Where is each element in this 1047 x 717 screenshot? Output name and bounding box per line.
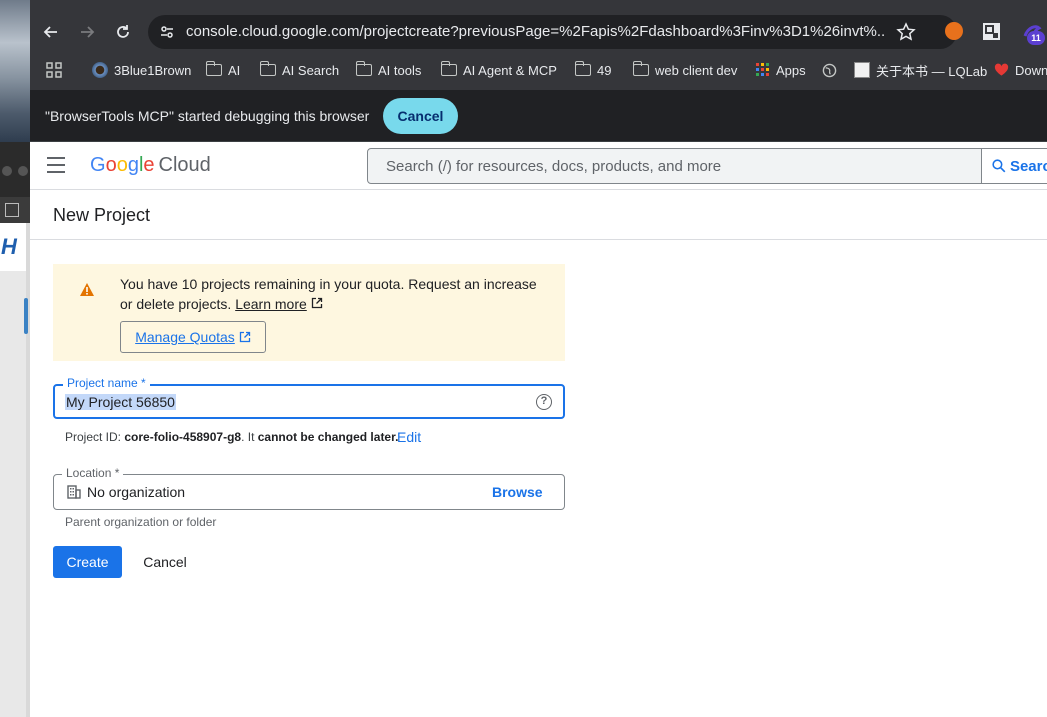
heart-icon xyxy=(994,63,1009,76)
page-title: New Project xyxy=(53,205,151,225)
site-info-icon[interactable] xyxy=(158,23,176,41)
bookmark-49[interactable]: 49 xyxy=(574,60,612,80)
folder-icon xyxy=(205,61,222,76)
folder-icon xyxy=(259,61,276,76)
external-link-icon xyxy=(239,331,250,343)
background-blue-tab xyxy=(24,298,28,334)
folder-icon xyxy=(355,61,372,76)
location-hint: Parent organization or folder xyxy=(65,515,217,529)
bookmark-ai[interactable]: AI xyxy=(205,60,241,80)
browse-button[interactable]: Browse xyxy=(492,484,543,500)
cancel-button[interactable]: Cancel xyxy=(134,546,196,578)
google-cloud-header: Google Cloud Search (/) for resources, do… xyxy=(30,142,1047,190)
create-button[interactable]: Create xyxy=(53,546,122,578)
browser-toolbar: console.cloud.google.com/projectcreate?p… xyxy=(30,0,1047,90)
bookmark-globe[interactable] xyxy=(822,60,837,80)
search-icon xyxy=(992,159,1006,173)
external-link-icon xyxy=(311,297,322,309)
bookmark-lqlab[interactable]: 关于本书 — LQLab xyxy=(854,60,987,80)
edit-project-id-link[interactable]: Edit xyxy=(397,429,421,445)
location-field[interactable]: Location * No organization Browse xyxy=(53,466,565,510)
bookmark-label: AI Search xyxy=(282,62,340,78)
bookmark-label: AI Agent & MCP xyxy=(463,62,557,78)
bookmark-star-icon[interactable] xyxy=(896,22,916,42)
background-wallpaper xyxy=(0,0,30,142)
globe-icon xyxy=(822,63,837,77)
bookmark-3blue1brown[interactable]: 3Blue1Brown xyxy=(92,60,191,80)
project-id-hint: Project ID: core-folio-458907-g8. It can… xyxy=(65,430,399,444)
bookmark-ai-tools[interactable]: AI tools xyxy=(355,60,422,80)
apps-launcher[interactable] xyxy=(46,60,62,80)
background-window-body xyxy=(0,271,26,717)
page-title-bar: New Project xyxy=(30,190,1047,240)
manage-quotas-button[interactable]: Manage Quotas xyxy=(120,321,266,353)
apps-grid-icon xyxy=(756,63,769,76)
reload-icon xyxy=(117,25,129,38)
bookmark-ai-agent-mcp[interactable]: AI Agent & MCP xyxy=(440,60,557,80)
arrow-left-icon xyxy=(43,26,57,38)
infobar-cancel-button[interactable]: Cancel xyxy=(383,98,458,134)
bookmark-label: Apps xyxy=(776,62,806,78)
quota-text: You have 10 projects remaining in your q… xyxy=(120,276,537,312)
learn-more-link[interactable]: Learn more xyxy=(235,296,307,312)
hamburger-menu-icon[interactable] xyxy=(47,157,67,175)
forward-button[interactable] xyxy=(74,19,100,45)
project-name-label: Project name * xyxy=(63,376,150,390)
bookmark-ai-search[interactable]: AI Search xyxy=(259,60,340,80)
grid-icon xyxy=(46,62,62,78)
bookmark-apps[interactable]: Apps xyxy=(756,60,806,80)
search-button[interactable]: Search xyxy=(981,148,1047,184)
bookmark-label: AI tools xyxy=(378,62,422,78)
bookmarks-bar: 3Blue1Brown AI AI Search AI tools AI Age… xyxy=(30,55,1047,85)
browser-window: console.cloud.google.com/projectcreate?p… xyxy=(30,0,1047,717)
avatar-icon xyxy=(854,62,870,78)
address-bar[interactable]: console.cloud.google.com/projectcreate?p… xyxy=(148,15,957,49)
search-button-label: Search xyxy=(1009,157,1047,175)
background-window-dot xyxy=(2,166,12,176)
bookmark-label: Down xyxy=(1015,62,1047,78)
url-text[interactable]: console.cloud.google.com/projectcreate?p… xyxy=(186,23,886,40)
help-icon[interactable]: ? xyxy=(536,394,552,410)
location-label: Location * xyxy=(62,466,124,480)
bookmark-down[interactable]: Down xyxy=(994,60,1047,80)
google-cloud-logo[interactable]: Google Cloud xyxy=(90,154,211,177)
extension-badge: 11 xyxy=(1027,31,1045,45)
location-value: No organization xyxy=(87,484,186,500)
folder-icon xyxy=(632,61,649,76)
bookmark-label: 49 xyxy=(597,62,612,78)
extension-orange-icon[interactable] xyxy=(945,22,963,40)
project-id-value: core-folio-458907-g8 xyxy=(124,430,242,444)
bookmark-label: 3Blue1Brown xyxy=(114,62,192,78)
bookmark-label: web client dev xyxy=(655,62,738,78)
bookmark-web-client-dev[interactable]: web client dev xyxy=(632,60,738,80)
infobar-message: "BrowserTools MCP" started debugging thi… xyxy=(45,108,370,124)
bookmark-label: AI xyxy=(228,62,241,78)
project-name-field[interactable]: Project name * My Project 56850 ? xyxy=(53,376,565,419)
background-window-dot xyxy=(18,166,28,176)
qr-code-extension-icon[interactable] xyxy=(983,23,1000,40)
manage-quotas-label: Manage Quotas xyxy=(135,329,235,345)
background-toolbar-icon xyxy=(5,203,19,217)
warning-icon xyxy=(80,283,94,296)
background-logo: H xyxy=(0,223,26,271)
debugging-infobar: "BrowserTools MCP" started debugging thi… xyxy=(30,90,1047,142)
quota-warning-banner: You have 10 projects remaining in your q… xyxy=(53,264,565,361)
building-icon xyxy=(67,485,81,499)
arrow-right-icon xyxy=(81,26,95,38)
search-placeholder: Search (/) for resources, docs, products… xyxy=(386,158,722,175)
quota-message: You have 10 projects remaining in your q… xyxy=(120,274,550,314)
folder-icon xyxy=(574,61,591,76)
project-name-input[interactable]: My Project 56850 xyxy=(65,394,176,410)
back-button[interactable] xyxy=(38,19,64,45)
3b1b-icon xyxy=(92,62,108,78)
folder-icon xyxy=(440,61,457,76)
reload-button[interactable] xyxy=(110,19,136,45)
search-input[interactable]: Search (/) for resources, docs, products… xyxy=(367,148,982,184)
bookmark-label: 关于本书 — LQLab xyxy=(876,63,988,79)
